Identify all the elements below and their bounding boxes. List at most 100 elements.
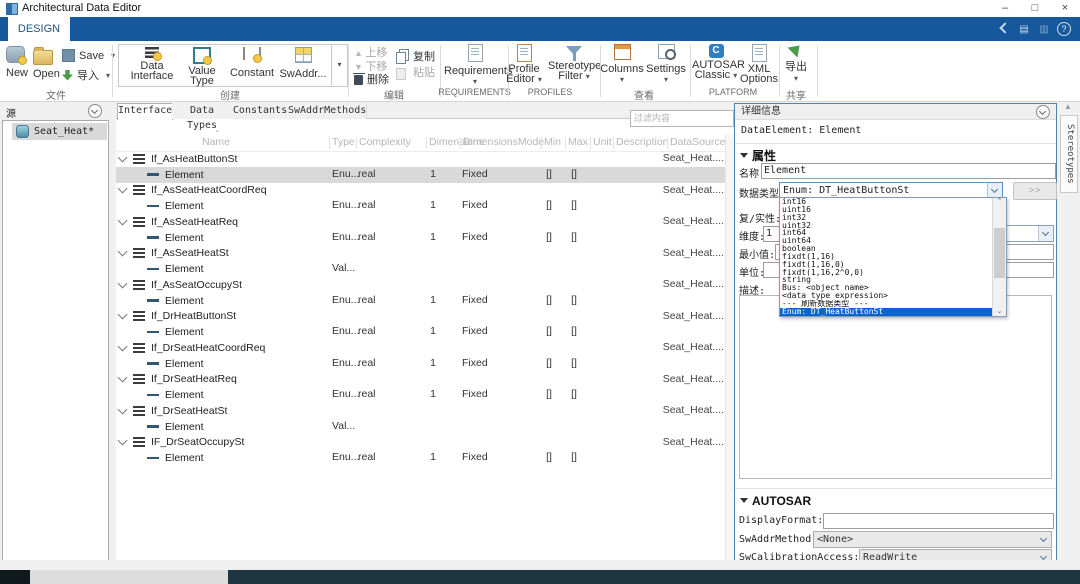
layout-icon[interactable]: ▤ <box>1016 22 1032 37</box>
table-row-interface[interactable]: If_DrHeatButtonSt Seat_Heat.... <box>116 309 725 325</box>
source-collapse-button[interactable] <box>88 104 102 118</box>
name-field[interactable]: Element <box>761 163 1056 179</box>
minimize-button[interactable]: – <box>990 0 1020 17</box>
chevron-down-icon[interactable] <box>117 246 128 257</box>
copy-button[interactable]: 复制 <box>396 48 435 64</box>
chevron-down-icon[interactable] <box>117 341 128 352</box>
table-row-element[interactable]: Element Enu... real 1 Fixed [] [] <box>116 450 725 466</box>
table-row-element[interactable]: Element Enu... real 1 Fixed [] [] <box>116 387 725 403</box>
description-textarea[interactable] <box>739 295 1052 479</box>
profile-editor-button[interactable]: Profile Editor ▾ <box>500 44 548 85</box>
stereotype-filter-button[interactable]: Stereotype Filter ▾ <box>548 44 601 82</box>
tab-constants[interactable]: Constants <box>232 103 289 119</box>
close-button[interactable]: × <box>1050 0 1080 17</box>
col-description[interactable]: Description <box>616 136 669 148</box>
table-row-element[interactable]: Element Val... <box>116 419 725 435</box>
dropdown-item[interactable]: uint64 <box>780 237 1006 245</box>
import-button[interactable]: 导入 ▾ <box>62 67 110 83</box>
open-button[interactable]: Open <box>33 46 60 80</box>
new-button[interactable]: New <box>6 46 28 79</box>
value-type-button[interactable]: Value Type <box>178 46 226 87</box>
requirements-button[interactable]: Requirements ▾ <box>444 44 512 86</box>
table-row-element[interactable]: Element Val... <box>116 261 725 277</box>
table-row-interface[interactable]: If_DrSeatHeatReq Seat_Heat.... <box>116 372 725 388</box>
table-row-element[interactable]: Element Enu... real 1 Fixed [] [] <box>116 198 725 214</box>
autosar-section-header[interactable]: AUTOSAR <box>740 494 811 508</box>
table-row-interface[interactable]: IF_DrSeatOccupySt Seat_Heat.... <box>116 435 725 451</box>
properties-section-header[interactable]: 属性 <box>740 147 776 164</box>
collapse-ribbon-icon[interactable] <box>998 22 1012 37</box>
dropdown-item[interactable]: string <box>780 276 1006 284</box>
tab-swaddrmethods[interactable]: SwAddrMethods <box>288 103 367 119</box>
swaddrmethod-combo[interactable]: <None> <box>813 531 1052 548</box>
columns-button[interactable]: Columns ▾ <box>600 44 644 84</box>
table-row-interface[interactable]: If_DrSeatHeatCoordReq Seat_Heat.... <box>116 340 725 356</box>
dock-collapse-icon[interactable]: ▲ <box>1064 102 1072 111</box>
table-row-interface[interactable]: If_AsSeatHeatReq Seat_Heat.... <box>116 214 725 230</box>
dropdown-item[interactable]: fixdt(1,16,0) <box>780 261 1006 269</box>
dock-icon[interactable]: ▥ <box>1036 22 1052 37</box>
dropdown-item[interactable]: boolean <box>780 245 1006 253</box>
datatype-more-button[interactable]: >> <box>1013 182 1057 200</box>
dropdown-item[interactable]: --- 刷新数据类型 --- <box>780 300 1006 308</box>
chevron-down-icon[interactable] <box>117 152 128 163</box>
settings-button[interactable]: Settings ▾ <box>644 44 688 84</box>
dropdown-item[interactable]: fixdt(1,16,2^0,0) <box>780 269 1006 277</box>
gallery-expand-button[interactable]: ▾ <box>331 44 347 85</box>
taskbar-start-corner[interactable] <box>0 570 30 584</box>
chevron-down-icon[interactable] <box>117 372 128 383</box>
swaddr-button[interactable]: SwAddr... <box>278 46 328 80</box>
col-name[interactable]: Name <box>202 136 230 148</box>
paste-button[interactable]: 粘贴 <box>396 64 435 80</box>
dropdown-scrollbar[interactable]: ⌃ ⌄ <box>992 198 1006 316</box>
datatype-dropdown-list[interactable]: int16 uint16 int32 uint32 int64 uint64 boolean… <box>779 197 1007 317</box>
col-datasource[interactable]: DataSource <box>670 136 725 148</box>
dropdown-item[interactable]: Enum: DT_HeatButtonSt <box>780 307 1006 316</box>
chevron-down-icon[interactable] <box>117 183 128 194</box>
table-row-element[interactable]: Element Enu... real 1 Fixed [] [] <box>116 324 725 340</box>
dropdown-item[interactable]: <data type expression> <box>780 292 1006 300</box>
tab-design[interactable]: DESIGN <box>8 17 70 41</box>
import-dropdown-icon[interactable]: ▾ <box>106 71 110 80</box>
scroll-up-icon[interactable]: ⌃ <box>993 198 1006 206</box>
filter-input[interactable] <box>630 110 734 127</box>
dropdown-item[interactable]: uint32 <box>780 222 1006 230</box>
chevron-down-icon[interactable] <box>117 278 128 289</box>
table-row-interface[interactable]: If_AsSeatHeatSt Seat_Heat.... <box>116 246 725 262</box>
chevron-down-icon[interactable] <box>117 435 128 446</box>
dropdown-item[interactable]: fixdt(1,16) <box>780 253 1006 261</box>
table-row-interface[interactable]: If_AsSeatHeatCoordReq Seat_Heat.... <box>116 183 725 199</box>
col-complexity[interactable]: Complexity <box>359 136 411 148</box>
chevron-down-icon[interactable] <box>117 215 128 226</box>
xml-options-button[interactable]: XML Options <box>740 44 778 85</box>
chevron-down-icon[interactable] <box>117 404 128 415</box>
tab-interfaces[interactable]: Interfaces <box>117 103 178 120</box>
swaddrmethod-chevron-icon[interactable] <box>1037 532 1051 547</box>
scroll-down-icon[interactable]: ⌄ <box>993 308 1006 316</box>
col-dimensionsmode[interactable]: DimensionsMode <box>463 136 544 148</box>
delete-button[interactable]: 删除 <box>352 71 389 87</box>
details-collapse-button[interactable] <box>1036 105 1050 119</box>
scroll-thumb[interactable] <box>994 228 1005 278</box>
dropdown-item[interactable]: int16 <box>780 198 1006 206</box>
col-unit[interactable]: Unit <box>593 136 612 148</box>
source-item-seat-heat[interactable]: Seat_Heat* <box>12 123 107 140</box>
chevron-down-icon[interactable] <box>117 309 128 320</box>
table-row-element[interactable]: Element Enu... real 1 Fixed [] [] <box>116 356 725 372</box>
dimensions-mode-chevron-icon[interactable] <box>1038 226 1053 241</box>
dropdown-item[interactable]: int64 <box>780 229 1006 237</box>
dropdown-item[interactable]: Bus: <object name> <box>780 284 1006 292</box>
maximize-button[interactable]: □ <box>1020 0 1050 17</box>
tab-stereotypes[interactable]: Stereotypes <box>1060 115 1078 193</box>
table-row-element[interactable]: Element Enu... real 1 Fixed [] [] <box>116 230 725 246</box>
table-row-interface[interactable]: If_AsHeatButtonSt Seat_Heat.... <box>116 151 725 167</box>
col-min[interactable]: Min <box>544 136 561 148</box>
taskbar-app-button[interactable] <box>30 570 228 584</box>
table-row-element[interactable]: Element Enu... real 1 Fixed [] [] <box>116 293 725 309</box>
dropdown-item[interactable]: int32 <box>780 214 1006 222</box>
display-format-field[interactable] <box>823 513 1054 529</box>
dropdown-item[interactable]: uint16 <box>780 206 1006 214</box>
table-scrollbar[interactable] <box>725 135 734 560</box>
tab-data-types[interactable]: Data Types <box>172 103 233 131</box>
data-interface-button[interactable]: Data Interface <box>126 46 178 82</box>
